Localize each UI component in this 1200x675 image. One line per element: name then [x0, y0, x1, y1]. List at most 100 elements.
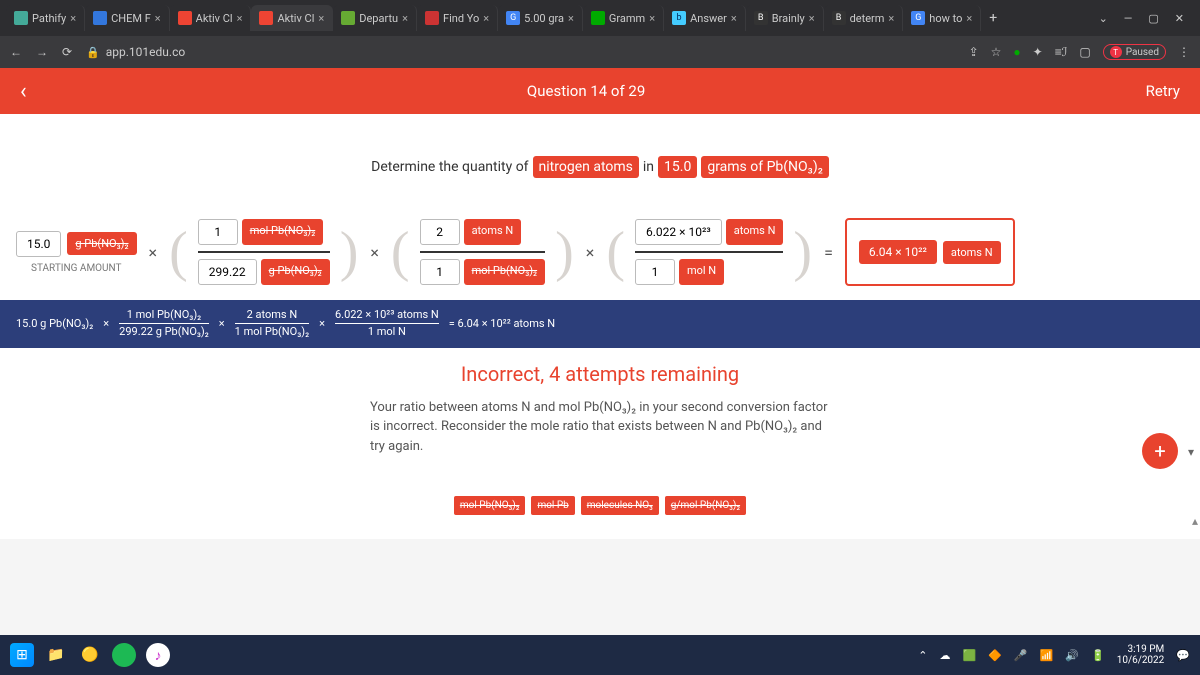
close-icon[interactable]: ×: [483, 12, 489, 25]
f2-num-value[interactable]: 2: [420, 219, 460, 245]
close-icon[interactable]: ×: [568, 12, 574, 25]
f1-num-value[interactable]: 1: [198, 219, 238, 245]
itunes-icon[interactable]: ♪: [146, 643, 170, 667]
paren-close-icon: ): [793, 220, 812, 284]
feedback-text: Your ratio between atoms N and mol Pb(NO…: [370, 398, 830, 457]
f1-num-unit[interactable]: mol Pb(NO₃)₂: [242, 219, 324, 245]
wifi-icon[interactable]: 📶: [1040, 649, 1054, 662]
unknown-tray-icon[interactable]: 🔶: [988, 649, 1002, 662]
close-icon[interactable]: ×: [809, 12, 815, 25]
start-unit[interactable]: g Pb(NO₃)₂: [67, 232, 136, 255]
retry-button[interactable]: Retry: [1146, 82, 1180, 100]
back-chevron-icon[interactable]: ‹: [20, 79, 27, 104]
unit-tile[interactable]: mol Pb: [531, 496, 574, 515]
f3-num-value[interactable]: 6.022 × 10²³: [635, 219, 722, 245]
grammarly-icon[interactable]: ●: [1013, 45, 1020, 59]
reload-icon[interactable]: ⟳: [62, 45, 72, 59]
add-step-button[interactable]: +: [1142, 433, 1178, 469]
extension-icon[interactable]: ✦: [1033, 45, 1043, 59]
chevron-down-icon[interactable]: ⌄: [1099, 12, 1108, 25]
maximize-icon[interactable]: ▢: [1148, 12, 1158, 25]
unit-tile[interactable]: g/mol Pb(NO₃)₂: [665, 496, 746, 515]
f3-den-value[interactable]: 1: [635, 259, 675, 285]
f1-den-value[interactable]: 299.22: [198, 259, 257, 285]
unit-tile[interactable]: mol Pb(NO₃)₂: [454, 496, 526, 515]
tab-7[interactable]: Gramm×: [583, 5, 664, 31]
start-value[interactable]: 15.0: [16, 231, 61, 257]
f2-den-unit[interactable]: mol Pb(NO₃)₂: [464, 259, 546, 285]
answer-unit: atoms N: [943, 241, 1001, 264]
tab-10[interactable]: Bdeterm×: [824, 5, 904, 31]
fraction-3: 6.022 × 10²³atoms N 1mol N: [635, 219, 783, 285]
start-menu-icon[interactable]: ⊞: [10, 643, 34, 667]
tab-3[interactable]: Aktiv Cl×: [251, 5, 333, 31]
spotify-icon[interactable]: [112, 643, 136, 667]
dropdown-caret-icon[interactable]: ▾: [1188, 445, 1194, 459]
url-field[interactable]: 🔒 app.101edu.co: [86, 45, 955, 59]
close-icon[interactable]: ×: [966, 12, 972, 25]
equals-icon: =: [822, 243, 835, 262]
fraction-1: 1mol Pb(NO₃)₂ 299.22g Pb(NO₃)₂: [198, 219, 330, 285]
tab-0[interactable]: Pathify×: [6, 5, 85, 31]
back-icon[interactable]: ←: [10, 45, 22, 59]
feedback-title: Incorrect, 4 attempts remaining: [0, 362, 1200, 386]
unit-tile[interactable]: molecules NO₃: [581, 496, 659, 515]
system-clock[interactable]: 3:19 PM 10/6/2022: [1117, 644, 1165, 666]
tab-9[interactable]: BBrainly×: [746, 5, 824, 31]
paren-open-icon: (: [606, 220, 625, 284]
close-icon[interactable]: ×: [888, 12, 894, 25]
paren-close-icon: ): [555, 220, 574, 284]
f2-den-value[interactable]: 1: [420, 259, 460, 285]
new-tab-button[interactable]: +: [981, 6, 1005, 30]
close-icon[interactable]: ×: [649, 12, 655, 25]
tab-4[interactable]: Departu×: [333, 5, 417, 31]
starting-amount-label: STARTING AMOUNT: [16, 263, 137, 274]
f2-num-unit[interactable]: atoms N: [464, 219, 522, 245]
tab-8[interactable]: bAnswer×: [664, 5, 746, 31]
answer-value: 6.04 × 10²²: [859, 240, 937, 264]
paren-open-icon: (: [391, 220, 410, 284]
f1-den-unit[interactable]: g Pb(NO₃)₂: [261, 259, 330, 285]
tab-1[interactable]: CHEM F×: [85, 5, 170, 31]
f3-num-unit[interactable]: atoms N: [726, 219, 784, 245]
forward-icon[interactable]: →: [36, 45, 48, 59]
battery-icon[interactable]: 🔋: [1091, 649, 1105, 662]
scroll-up-icon[interactable]: ▴: [1192, 514, 1198, 528]
reading-list-icon[interactable]: ≡ℐ: [1055, 45, 1068, 59]
tab-overview-icon[interactable]: ▢: [1079, 45, 1090, 59]
prompt-chip-amount: 15.0: [658, 156, 697, 178]
shield-icon[interactable]: 🟩: [962, 649, 976, 662]
tab-5[interactable]: Find Yo×: [417, 5, 498, 31]
close-icon[interactable]: ×: [155, 12, 161, 25]
tab-2[interactable]: Aktiv Cl×: [170, 5, 252, 31]
equation-summary-bar: 15.0 g Pb(NO₃)₂ × 1 mol Pb(NO₃)₂299.22 g…: [0, 300, 1200, 348]
close-icon[interactable]: ×: [237, 12, 243, 25]
close-icon[interactable]: ×: [402, 12, 408, 25]
paren-open-icon: (: [169, 220, 188, 284]
notifications-icon[interactable]: 💬: [1176, 649, 1190, 662]
close-window-icon[interactable]: ✕: [1175, 12, 1184, 25]
mic-icon[interactable]: 🎤: [1014, 649, 1028, 662]
minimize-icon[interactable]: —: [1124, 12, 1133, 25]
lock-icon: 🔒: [86, 46, 100, 59]
file-explorer-icon[interactable]: 📁: [44, 643, 68, 667]
close-icon[interactable]: ×: [731, 12, 737, 25]
f3-den-unit[interactable]: mol N: [679, 259, 724, 285]
profile-paused-badge[interactable]: Paused: [1103, 44, 1166, 60]
close-icon[interactable]: ×: [318, 12, 324, 25]
content-area: Determine the quantity of nitrogen atoms…: [0, 114, 1200, 539]
volume-icon[interactable]: 🔊: [1065, 649, 1079, 662]
prompt-chip-target: nitrogen atoms: [533, 156, 639, 178]
onedrive-icon[interactable]: ☁: [939, 649, 950, 662]
share-icon[interactable]: ⇪: [969, 45, 979, 59]
question-prompt: Determine the quantity of nitrogen atoms…: [0, 156, 1200, 178]
tab-11[interactable]: Ghow to×: [903, 5, 981, 31]
feedback-panel: Incorrect, 4 attempts remaining Your rat…: [0, 348, 1200, 471]
question-counter: Question 14 of 29: [27, 82, 1146, 100]
chrome-icon[interactable]: 🟡: [78, 643, 102, 667]
star-icon[interactable]: ☆: [991, 45, 1002, 59]
close-icon[interactable]: ×: [70, 12, 76, 25]
tray-chevron-icon[interactable]: ⌃: [918, 649, 927, 662]
menu-icon[interactable]: ⋮: [1178, 45, 1190, 59]
tab-6[interactable]: G5.00 gra×: [498, 5, 583, 31]
